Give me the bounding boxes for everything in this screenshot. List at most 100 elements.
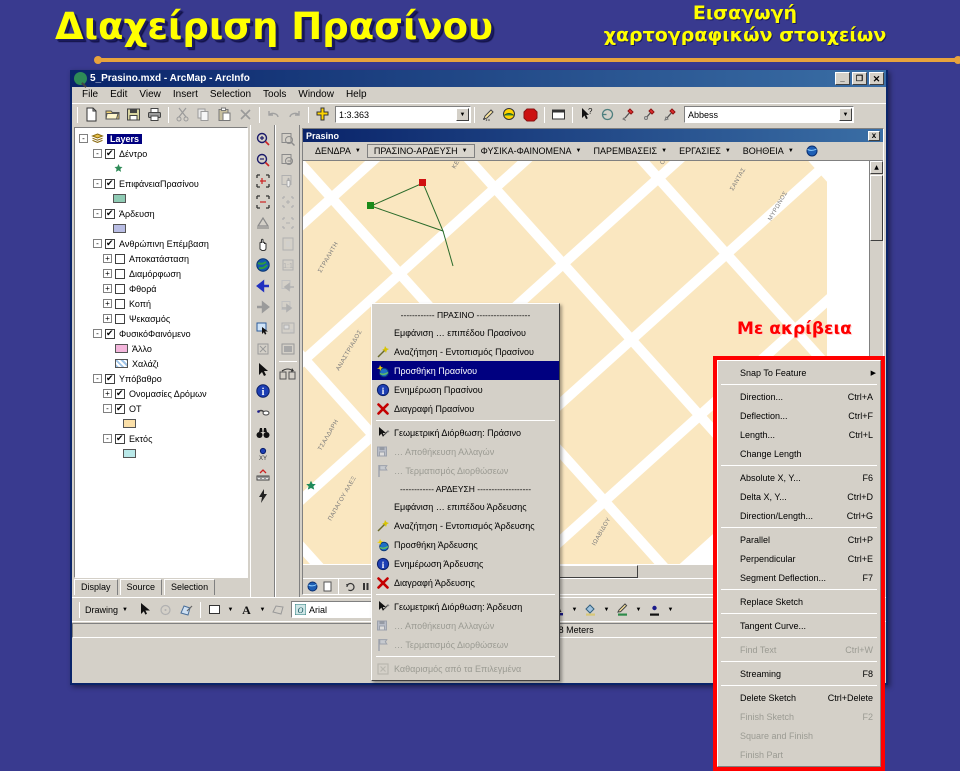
layer-symbol-swatch[interactable]	[115, 344, 128, 353]
tree-node[interactable]: - Δέντρο	[77, 146, 245, 161]
tree-node[interactable]: - ΕπιφάνειαΠρασίνου	[77, 176, 245, 191]
tree-node-root[interactable]: - Layers	[77, 131, 245, 146]
fixed-zoom-out-icon[interactable]	[252, 191, 274, 212]
refresh-view-icon[interactable]	[277, 364, 299, 385]
menu-item[interactable]: Γεωμετρική Διόρθωση: Πράσινο	[372, 423, 559, 442]
undo-icon[interactable]	[263, 105, 284, 125]
tree-node[interactable]: + Διαμόρφωση	[77, 266, 245, 281]
collapse-icon[interactable]: -	[93, 209, 102, 218]
close-button[interactable]: ✕	[869, 72, 884, 85]
zoom-in-icon[interactable]	[252, 128, 274, 149]
menu-item[interactable]: Segment Deflection... F7	[718, 568, 880, 587]
layout-fixed-zoom-out-icon[interactable]	[277, 212, 299, 233]
minimize-button[interactable]: _	[835, 72, 850, 85]
prasino-ardefsi-dropdown-menu[interactable]: ------------ ΠΡΑΣΙΝΟ -------------------…	[371, 303, 560, 681]
font-color-a-icon[interactable]: A	[236, 600, 257, 620]
menu-item[interactable]: Delete Sketch Ctrl+Delete	[718, 688, 880, 707]
editor-icon[interactable]	[478, 105, 499, 125]
menu-ergasies[interactable]: ΕΡΓΑΣΙΕΣ ▼	[673, 145, 737, 157]
collapse-icon[interactable]: -	[103, 404, 112, 413]
go-to-xy-icon[interactable]: XY	[252, 443, 274, 464]
tab-source[interactable]: Source	[119, 579, 163, 595]
layer-visibility-checkbox[interactable]	[115, 387, 125, 399]
layer-visibility-checkbox[interactable]	[115, 298, 125, 309]
layer-visibility-checkbox[interactable]	[105, 207, 115, 219]
layout-zoom-in-icon[interactable]	[277, 128, 299, 149]
layout-go-forward-icon[interactable]	[277, 296, 299, 317]
pause-drawing-icon[interactable]	[358, 580, 372, 593]
clear-selected-icon[interactable]	[252, 338, 274, 359]
find-binoculars-icon[interactable]	[252, 422, 274, 443]
menu-window[interactable]: Window	[292, 88, 340, 101]
magic-red-3-icon[interactable]	[660, 105, 681, 125]
help-globe-icon[interactable]	[800, 144, 824, 158]
paste-icon[interactable]	[214, 105, 235, 125]
layer-visibility-checkbox[interactable]	[115, 313, 125, 324]
menu-item[interactable]: Deflection... Ctrl+F	[718, 406, 880, 425]
menu-item[interactable]: Εμφάνιση … επιπέδου Άρδευσης	[372, 497, 559, 516]
menu-item[interactable]: Perpendicular Ctrl+E	[718, 549, 880, 568]
menu-item[interactable]: Change Length	[718, 444, 880, 463]
sketch-context-menu[interactable]: Snap To Feature ▶ Direction... Ctrl+A Deflec…	[713, 356, 885, 771]
menu-fysika-fainomena[interactable]: ΦΥΣΙΚΑ-ΦΑΙΝΟΜΕΝΑ ▼	[475, 145, 588, 157]
expand-icon[interactable]: +	[103, 389, 112, 398]
refresh-icon[interactable]	[343, 580, 357, 593]
new-polygon-draw-icon[interactable]	[176, 600, 197, 620]
magic-red-1-icon[interactable]	[618, 105, 639, 125]
magic-red-2-icon[interactable]	[639, 105, 660, 125]
menu-item[interactable]: i Ενημέρωση Άρδευσης	[372, 554, 559, 573]
tree-node[interactable]: Άλλο	[77, 341, 245, 356]
what-is-this-icon[interactable]: ?	[576, 105, 597, 125]
tree-node[interactable]: - ΦυσικόΦαινόμενο	[77, 326, 245, 341]
tree-node[interactable]: - Εκτός	[77, 431, 245, 446]
collapse-icon[interactable]: -	[103, 434, 112, 443]
open-folder-icon[interactable]	[102, 105, 123, 125]
menu-prasino-ardefsi[interactable]: ΠΡΑΣΙΝΟ-ΑΡΔΕΥΣΗ ▼	[366, 144, 475, 158]
hyperlink-icon[interactable]	[252, 401, 274, 422]
collapse-icon[interactable]: -	[93, 239, 102, 248]
layer-visibility-checkbox[interactable]	[105, 372, 115, 384]
menu-item[interactable]: Parallel Ctrl+P	[718, 530, 880, 549]
fixed-zoom-in-icon[interactable]	[252, 170, 274, 191]
expand-icon[interactable]: +	[103, 254, 112, 263]
tree-node[interactable]: Χαλάζι	[77, 356, 245, 371]
layer-visibility-checkbox[interactable]	[115, 268, 125, 279]
fill-bucket-icon[interactable]	[580, 600, 601, 620]
pan-to-extent-icon[interactable]	[252, 212, 274, 233]
map-scale-combo[interactable]: 1:3.363 ▼	[335, 106, 471, 123]
menu-item[interactable]: Delta X, Y... Ctrl+D	[718, 487, 880, 506]
lightning-tool-icon[interactable]	[252, 485, 274, 506]
zoom-out-icon[interactable]	[252, 149, 274, 170]
go-back-extent-icon[interactable]	[252, 275, 274, 296]
layer-visibility-checkbox[interactable]	[115, 283, 125, 294]
stop-icon[interactable]	[520, 105, 541, 125]
layer-visibility-checkbox[interactable]	[115, 432, 125, 444]
focus-data-frame-icon[interactable]	[277, 317, 299, 338]
delete-icon[interactable]	[235, 105, 256, 125]
menu-view[interactable]: View	[133, 88, 167, 101]
go-forward-extent-icon[interactable]	[252, 296, 274, 317]
menu-item[interactable]: Tangent Curve...	[718, 616, 880, 635]
line-color-pencil-icon[interactable]	[612, 600, 633, 620]
save-icon[interactable]	[123, 105, 144, 125]
menu-insert[interactable]: Insert	[167, 88, 204, 101]
font-color-chevron-down-icon[interactable]: ▼	[257, 600, 268, 620]
text-color-chevron-down-icon[interactable]: ▼	[569, 600, 580, 620]
globe-layers-icon[interactable]	[499, 105, 520, 125]
layer-symbol-row[interactable]	[77, 416, 245, 431]
layer-symbol-row[interactable]	[77, 446, 245, 461]
menu-item[interactable]: Snap To Feature ▶	[718, 363, 880, 382]
layer-symbol-row[interactable]	[77, 221, 245, 236]
menu-selection[interactable]: Selection	[204, 88, 257, 101]
menu-file[interactable]: File	[76, 88, 104, 101]
menu-paremvaseis[interactable]: ΠΑΡΕΜΒΑΣΕΙΣ ▼	[587, 145, 673, 157]
expand-icon[interactable]: +	[103, 284, 112, 293]
layer-symbol-swatch[interactable]	[115, 359, 128, 368]
expand-icon[interactable]: +	[103, 269, 112, 278]
menu-item[interactable]: Absolute X, Y... F6	[718, 468, 880, 487]
maximize-button[interactable]: ❐	[852, 72, 867, 85]
collapse-icon[interactable]: -	[93, 374, 102, 383]
menu-item[interactable]: i Ενημέρωση Πρασίνου	[372, 380, 559, 399]
data-frame-fill-icon[interactable]	[277, 338, 299, 359]
layout-zoom-out-icon[interactable]	[277, 149, 299, 170]
